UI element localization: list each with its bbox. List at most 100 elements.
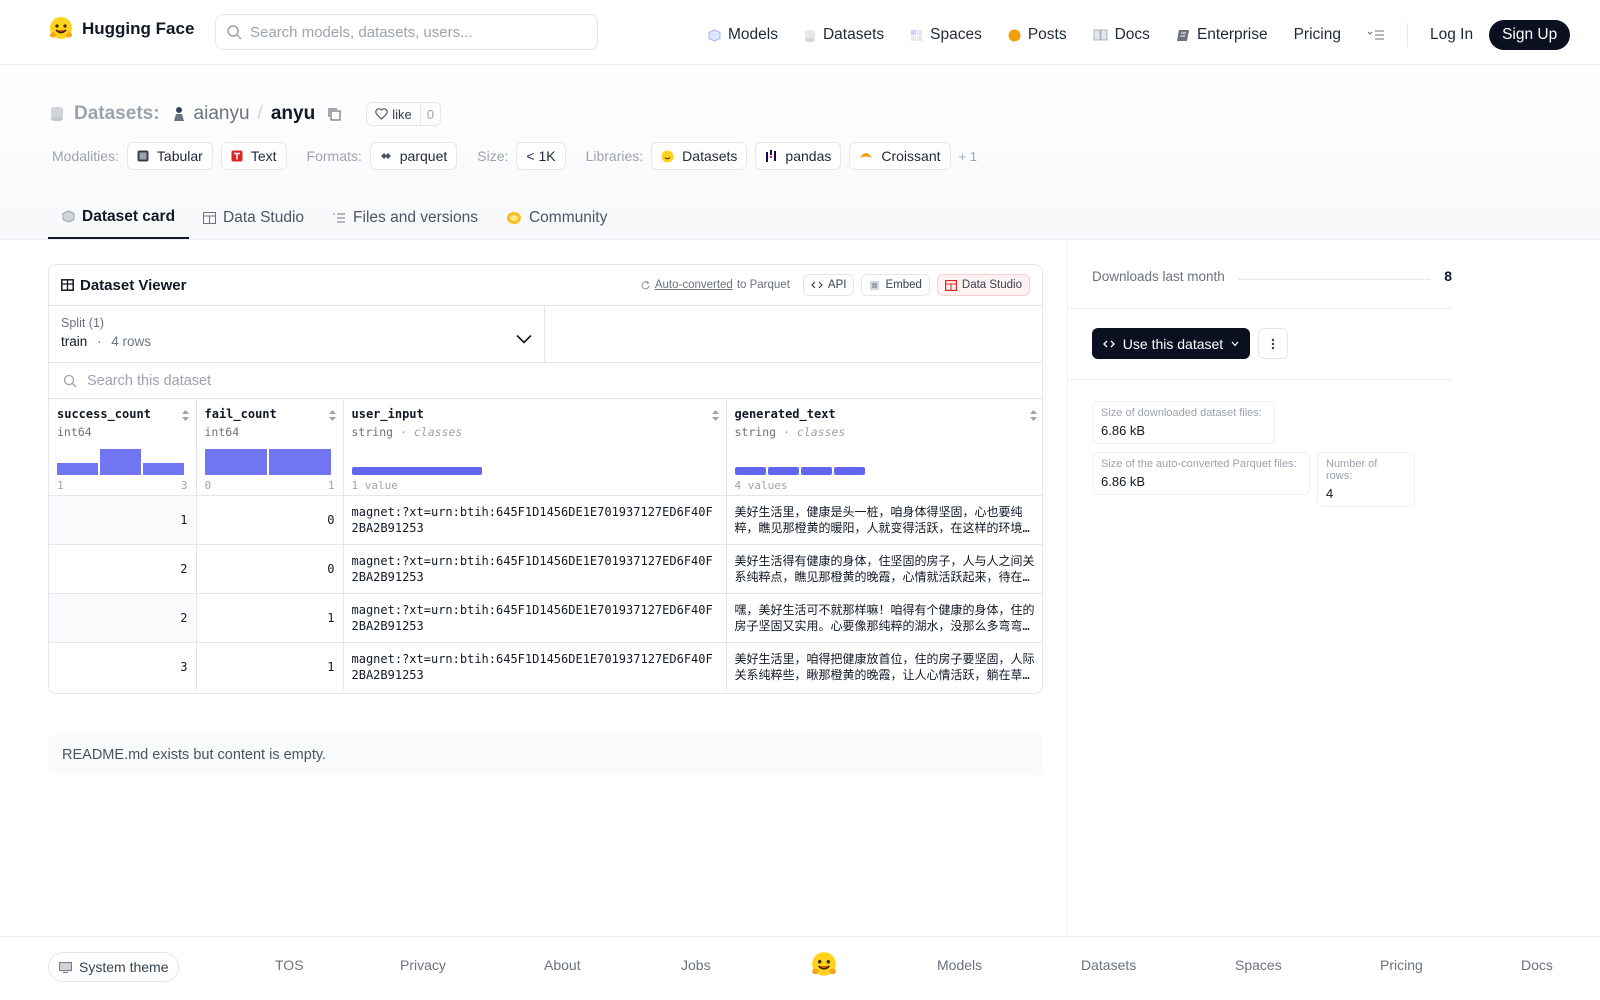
- tags-more[interactable]: + 1: [959, 149, 977, 164]
- class-segment[interactable]: [351, 466, 482, 475]
- table-icon: [944, 279, 957, 291]
- class-segment[interactable]: [833, 466, 865, 475]
- footer-docs[interactable]: Docs: [1521, 957, 1553, 973]
- tag-text[interactable]: Text: [220, 142, 287, 170]
- histogram-bar[interactable]: [100, 448, 141, 475]
- column-type-suffix: classes: [796, 425, 846, 439]
- sort-icon[interactable]: [1029, 409, 1038, 422]
- more-options-button[interactable]: [1258, 328, 1288, 359]
- cell-success-count[interactable]: 2: [49, 593, 197, 643]
- viewer-header: Dataset Viewer Auto-converted to Parquet…: [49, 265, 1042, 306]
- dataset-search[interactable]: [49, 363, 1042, 399]
- tab-files-versions-label: Files and versions: [353, 208, 478, 226]
- nav-datasets[interactable]: Datasets: [804, 26, 884, 44]
- use-dataset-label: Use this dataset: [1122, 335, 1224, 352]
- class-segment[interactable]: [800, 466, 832, 475]
- hugging-face-logo-icon[interactable]: [810, 951, 838, 979]
- tab-files-versions[interactable]: Files and versions: [318, 196, 492, 239]
- footer-models[interactable]: Models: [937, 957, 982, 973]
- auto-converted-link[interactable]: Auto-converted: [655, 279, 733, 291]
- sort-icon[interactable]: [711, 409, 720, 422]
- data-studio-button[interactable]: Data Studio: [936, 274, 1030, 296]
- use-dataset-button[interactable]: Use this dataset: [1092, 328, 1250, 359]
- tag-tabular[interactable]: Tabular: [126, 142, 213, 170]
- footer-privacy[interactable]: Privacy: [400, 957, 446, 973]
- table-row[interactable]: 3 1 magnet:?xt=urn:btih:645F1D1456DE1E70…: [49, 642, 1042, 691]
- tag-datasets-lib[interactable]: Datasets: [651, 142, 748, 170]
- cell-success-count[interactable]: 3: [49, 642, 197, 691]
- heart-icon: [375, 108, 388, 120]
- footer-about[interactable]: About: [544, 957, 581, 973]
- tag-pandas-lib[interactable]: pandas: [755, 142, 842, 170]
- nav-enterprise[interactable]: Enterprise: [1176, 26, 1268, 44]
- sort-icon[interactable]: [181, 409, 190, 422]
- histogram-bar[interactable]: [143, 462, 184, 475]
- dataset-search-input[interactable]: [87, 372, 687, 389]
- api-button[interactable]: API: [802, 274, 855, 296]
- nav-docs[interactable]: Docs: [1093, 26, 1150, 44]
- column-header-fail-count[interactable]: fail_count int64 0 1: [196, 399, 344, 496]
- repo-owner-link[interactable]: aianyu: [194, 103, 250, 125]
- cell-text: 美好生活里，健康是头一桩，咱身体得坚固，心也要纯粹，瞧见那橙黄的暖阳，人就变得活…: [734, 504, 1035, 535]
- split-selector[interactable]: Split (1) train · 4 rows: [49, 306, 545, 362]
- dotted-leader: [1238, 278, 1431, 280]
- tag-parquet[interactable]: parquet: [369, 142, 458, 170]
- cell-fail-count[interactable]: 1: [196, 593, 344, 643]
- nav-models[interactable]: Models: [708, 26, 778, 44]
- column-header-generated-text[interactable]: generated_text string · classes 4 values: [726, 399, 1042, 496]
- table-row[interactable]: 1 0 magnet:?xt=urn:btih:645F1D1456DE1E70…: [49, 495, 1042, 545]
- cell-fail-count[interactable]: 1: [196, 642, 344, 691]
- cell-generated-text[interactable]: 美好生活得有健康的身体，住坚固的房子，人与人之间关系纯粹点，瞧见那橙黄的晚霞，心…: [726, 544, 1042, 594]
- footer-tos[interactable]: TOS: [275, 957, 304, 973]
- class-segment[interactable]: [767, 466, 799, 475]
- cell-generated-text[interactable]: 美好生活里，健康是头一桩，咱身体得坚固，心也要纯粹，瞧见那橙黄的暖阳，人就变得活…: [726, 495, 1042, 545]
- like-button[interactable]: like 0: [366, 102, 441, 126]
- signup-button[interactable]: Sign Up: [1489, 20, 1571, 50]
- brand-link[interactable]: Hugging Face: [48, 16, 194, 42]
- histogram-bar[interactable]: [268, 448, 331, 475]
- global-search[interactable]: [215, 14, 598, 50]
- copy-icon[interactable]: [327, 107, 342, 122]
- cell-fail-count[interactable]: 0: [196, 544, 344, 594]
- nav-posts[interactable]: Posts: [1008, 26, 1067, 44]
- nav-more-menu[interactable]: [1367, 29, 1385, 41]
- sort-icon[interactable]: [328, 409, 337, 422]
- column-header-user-input[interactable]: user_input string · classes 1 value: [343, 399, 727, 496]
- stat-value: 4: [1326, 486, 1334, 501]
- tag-size[interactable]: < 1K: [516, 142, 566, 170]
- tag-parquet-label: parquet: [399, 148, 448, 164]
- nav-pricing[interactable]: Pricing: [1294, 26, 1341, 44]
- cell-user-input[interactable]: magnet:?xt=urn:btih:645F1D1456DE1E701937…: [343, 544, 727, 594]
- tab-data-studio[interactable]: Data Studio: [189, 196, 318, 239]
- stat-label: Size of the auto-converted Parquet files…: [1101, 458, 1297, 470]
- cell-generated-text[interactable]: 嘿，美好生活可不就那样嘛！咱得有个健康的身体，住的房子坚固又实用。心要像那纯粹的…: [726, 593, 1042, 643]
- repo-name-link[interactable]: anyu: [271, 103, 315, 125]
- table-header-row: success_count int64 1 3 fail_count int64: [49, 399, 1042, 496]
- cell-user-input[interactable]: magnet:?xt=urn:btih:645F1D1456DE1E701937…: [343, 495, 727, 545]
- histogram-bar[interactable]: [57, 462, 98, 475]
- tab-dataset-card[interactable]: Dataset card: [48, 196, 190, 239]
- footer-pricing[interactable]: Pricing: [1380, 957, 1423, 973]
- footer-datasets[interactable]: Datasets: [1081, 957, 1136, 973]
- cell-user-input[interactable]: magnet:?xt=urn:btih:645F1D1456DE1E701937…: [343, 642, 727, 691]
- tab-community[interactable]: Community: [492, 196, 621, 239]
- column-header-success-count[interactable]: success_count int64 1 3: [49, 399, 197, 496]
- cell-generated-text[interactable]: 美好生活里，咱得把健康放首位，住的房子要坚固，人际关系纯粹些，瞅那橙黄的晚霞，让…: [726, 642, 1042, 691]
- class-segment[interactable]: [734, 466, 766, 475]
- global-search-input[interactable]: [250, 23, 570, 41]
- cell-success-count[interactable]: 2: [49, 544, 197, 594]
- cell-user-input[interactable]: magnet:?xt=urn:btih:645F1D1456DE1E701937…: [343, 593, 727, 643]
- table-row[interactable]: 2 0 magnet:?xt=urn:btih:645F1D1456DE1E70…: [49, 544, 1042, 594]
- footer-spaces[interactable]: Spaces: [1235, 957, 1282, 973]
- table-row[interactable]: 2 1 magnet:?xt=urn:btih:645F1D1456DE1E70…: [49, 593, 1042, 643]
- cell-success-count[interactable]: 1: [49, 495, 197, 545]
- croissant-icon: [860, 153, 873, 158]
- embed-button[interactable]: Embed: [861, 274, 930, 296]
- login-link[interactable]: Log In: [1430, 26, 1473, 44]
- tag-croissant-lib[interactable]: Croissant: [849, 142, 951, 170]
- nav-spaces[interactable]: Spaces: [910, 26, 982, 44]
- footer-jobs[interactable]: Jobs: [681, 957, 711, 973]
- theme-toggle-button[interactable]: System theme: [48, 952, 180, 982]
- cell-fail-count[interactable]: 0: [196, 495, 344, 545]
- histogram-bar[interactable]: [204, 448, 267, 475]
